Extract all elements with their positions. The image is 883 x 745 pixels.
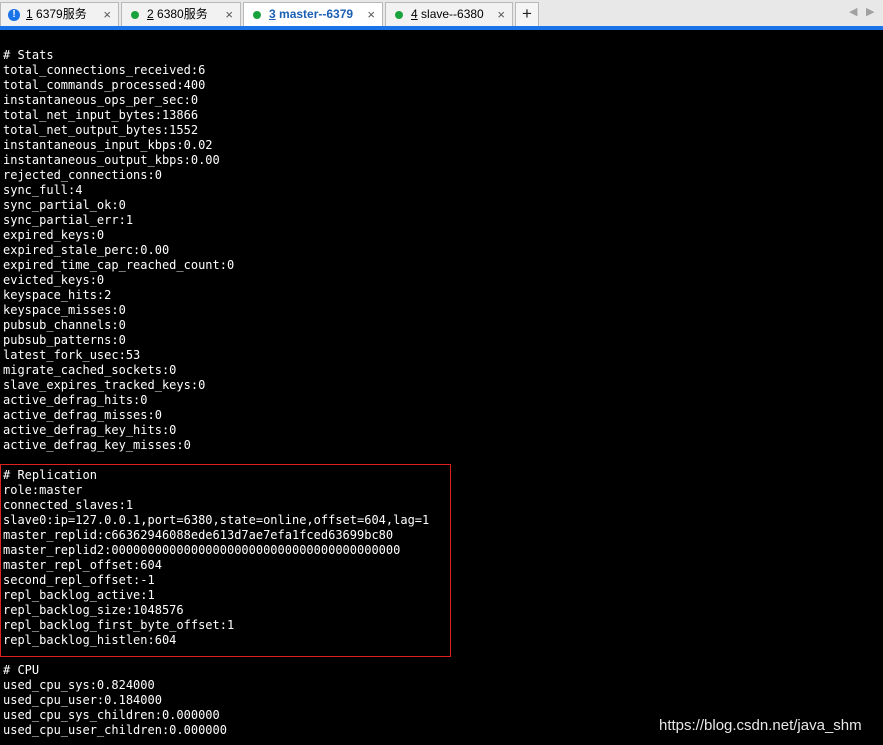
stats-line: active_defrag_misses:0: [3, 408, 162, 422]
stats-line: slave_expires_tracked_keys:0: [3, 378, 206, 392]
stats-line: latest_fork_usec:53: [3, 348, 141, 362]
tab-scroll-right-icon[interactable]: ▶: [866, 5, 874, 18]
stats-line: expired_stale_perc:0.00: [3, 243, 170, 257]
close-icon[interactable]: ×: [103, 3, 111, 26]
tab-3-label: 3 master--6379: [269, 7, 354, 21]
stats-line: instantaneous_ops_per_sec:0: [3, 93, 199, 107]
stats-line: keyspace_misses:0: [3, 303, 126, 317]
cpu-line: used_cpu_user_children:0.000000: [3, 723, 227, 737]
cpu-line: used_cpu_sys_children:0.000000: [3, 708, 220, 722]
stats-line: keyspace_hits:2: [3, 288, 112, 302]
stats-line: sync_partial_err:1: [3, 213, 134, 227]
active-tab-accent-bar: [0, 26, 883, 30]
cpu-line: used_cpu_user:0.184000: [3, 693, 162, 707]
stats-line: active_defrag_key_hits:0: [3, 423, 177, 437]
replication-highlight-box: [0, 464, 451, 657]
new-tab-button[interactable]: +: [515, 2, 539, 27]
stats-line: total_net_input_bytes:13866: [3, 108, 199, 122]
watermark: https://blog.csdn.net/java_shm: [659, 717, 862, 734]
stats-line: active_defrag_key_misses:0: [3, 438, 191, 452]
green-dot-icon: [131, 11, 139, 19]
stats-line: instantaneous_output_kbps:0.00: [3, 153, 220, 167]
tab-scroll-left-icon[interactable]: ◀: [849, 5, 857, 18]
stats-line: sync_full:4: [3, 183, 83, 197]
warning-icon: !: [8, 9, 20, 21]
tab-1-label: 1 6379服务: [26, 7, 87, 21]
tab-1[interactable]: ! 1 6379服务 ×: [0, 2, 119, 27]
stats-line: active_defrag_hits:0: [3, 393, 148, 407]
stats-line: total_commands_processed:400: [3, 78, 206, 92]
green-dot-icon: [395, 11, 403, 19]
stats-section-header: # Stats: [3, 48, 54, 62]
stats-line: total_net_output_bytes:1552: [3, 123, 199, 137]
tab-2-label: 2 6380服务: [147, 7, 208, 21]
tab-3[interactable]: 3 master--6379 ×: [243, 2, 383, 27]
stats-line: expired_keys:0: [3, 228, 105, 242]
close-icon[interactable]: ×: [367, 3, 375, 26]
stats-line: instantaneous_input_kbps:0.02: [3, 138, 213, 152]
stats-line: total_connections_received:6: [3, 63, 206, 77]
cpu-section-header: # CPU: [3, 663, 40, 677]
tab-bar: ! 1 6379服务 × 2 6380服务 × 3 master--6379 ×…: [0, 0, 883, 30]
cpu-line: used_cpu_sys:0.824000: [3, 678, 155, 692]
stats-line: sync_partial_ok:0: [3, 198, 126, 212]
stats-line: rejected_connections:0: [3, 168, 162, 182]
stats-line: pubsub_patterns:0: [3, 333, 126, 347]
green-dot-icon: [253, 11, 261, 19]
stats-line: migrate_cached_sockets:0: [3, 363, 177, 377]
close-icon[interactable]: ×: [225, 3, 233, 26]
close-icon[interactable]: ×: [497, 3, 505, 26]
tab-4[interactable]: 4 slave--6380 ×: [385, 2, 513, 27]
stats-line: evicted_keys:0: [3, 273, 105, 287]
stats-line: pubsub_channels:0: [3, 318, 126, 332]
tab-2[interactable]: 2 6380服务 ×: [121, 2, 241, 27]
tab-4-label: 4 slave--6380: [411, 7, 484, 21]
terminal-output[interactable]: # Stats total_connections_received:6 total…: [0, 31, 883, 745]
stats-line: expired_time_cap_reached_count:0: [3, 258, 235, 272]
